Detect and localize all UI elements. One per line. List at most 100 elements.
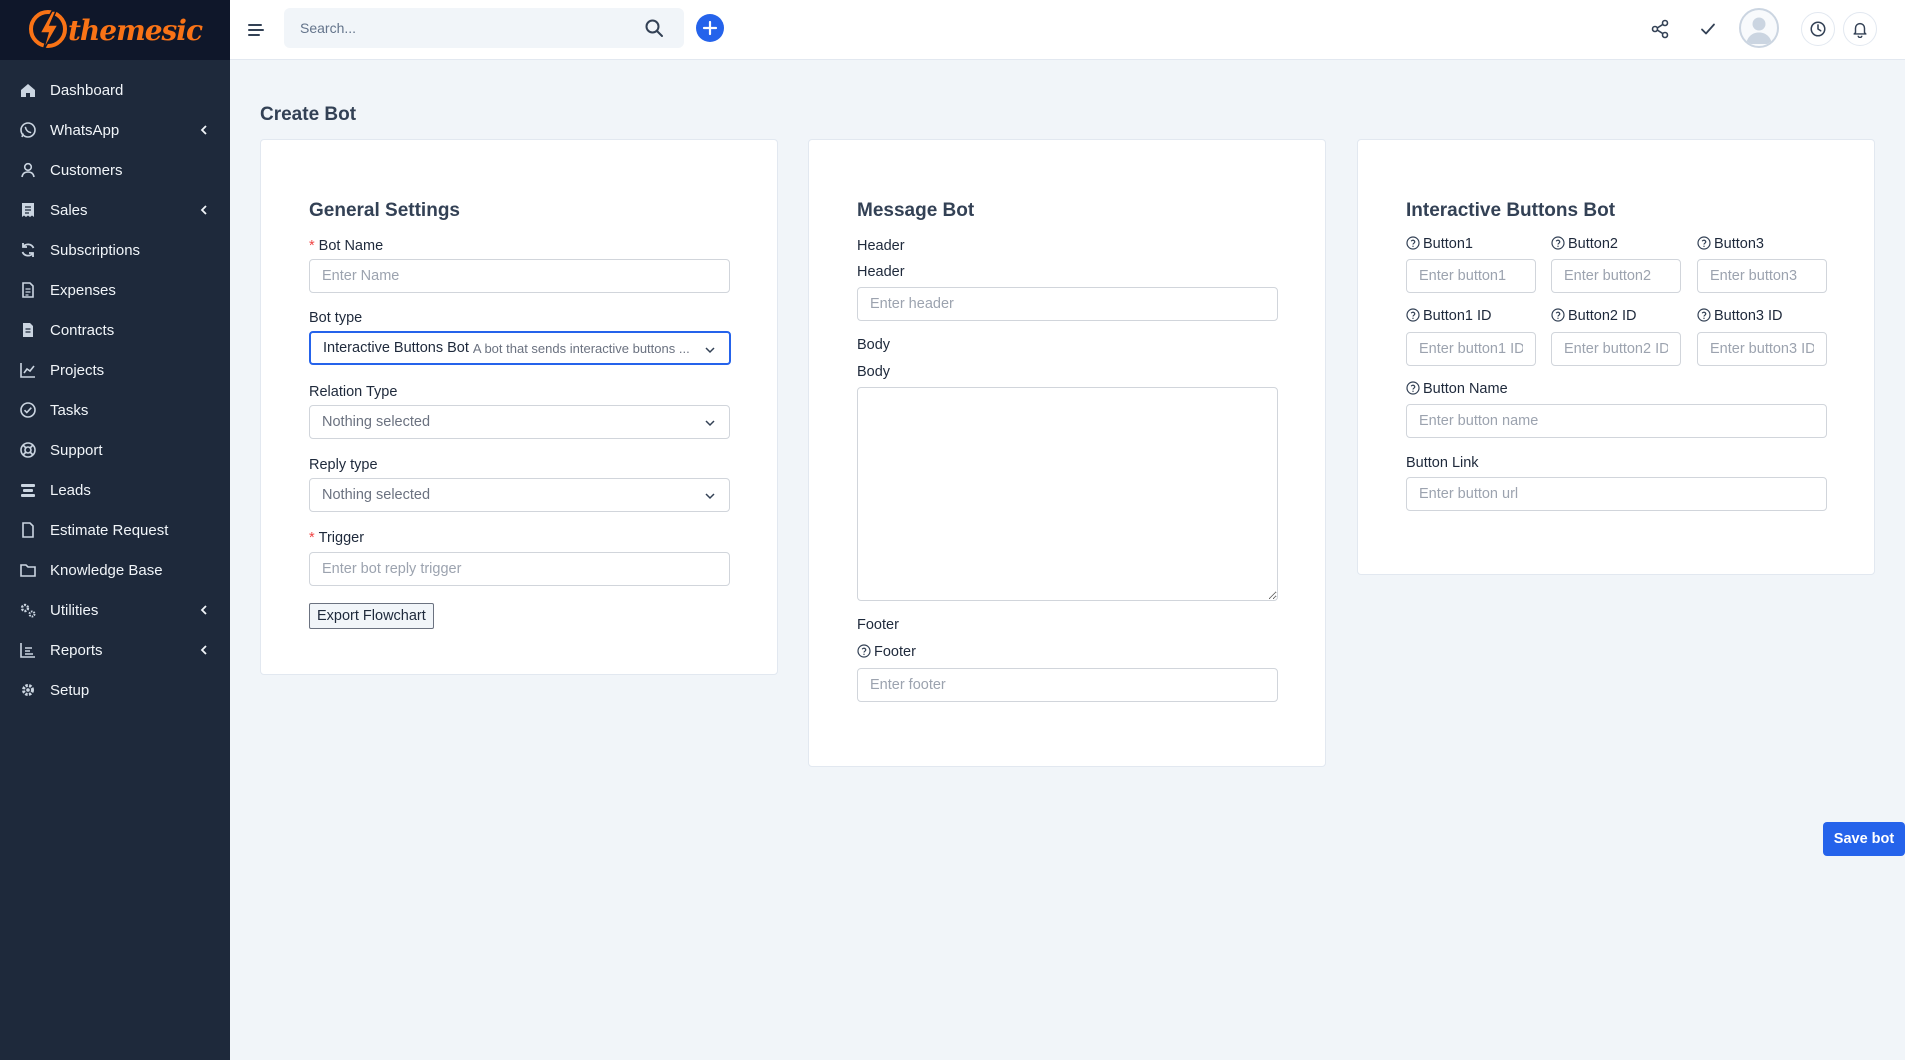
sidebar-item-label: Setup	[50, 681, 90, 699]
sidebar-item-customers[interactable]: Customers	[0, 150, 230, 190]
topbar	[230, 0, 1905, 60]
bot-name-input[interactable]	[309, 259, 730, 293]
sidebar: themesic Dashboard WhatsApp Customers Sales…	[0, 0, 230, 1060]
button-link-input[interactable]	[1406, 477, 1827, 511]
sidebar-item-dashboard[interactable]: Dashboard	[0, 70, 230, 110]
button1-label: Button1	[1406, 236, 1473, 252]
help-circle-icon[interactable]	[1551, 236, 1565, 250]
logo[interactable]: themesic	[0, 0, 230, 60]
button1-id-input[interactable]	[1406, 332, 1536, 366]
sidebar-item-reports[interactable]: Reports	[0, 630, 230, 670]
reply-type-label: Reply type	[309, 457, 378, 473]
check-icon[interactable]	[1697, 18, 1719, 40]
button3-id-label: Button3 ID	[1697, 308, 1783, 324]
help-circle-icon[interactable]	[1551, 308, 1565, 322]
sidebar-item-whatsapp[interactable]: WhatsApp	[0, 110, 230, 150]
general-settings-card: General Settings *Bot Name Bot type Inte…	[260, 139, 778, 675]
sidebar-item-subscriptions[interactable]: Subscriptions	[0, 230, 230, 270]
general-settings-heading: General Settings	[309, 200, 460, 221]
button2-id-input[interactable]	[1551, 332, 1681, 366]
button2-input[interactable]	[1551, 259, 1681, 293]
sidebar-item-estimate-request[interactable]: Estimate Request	[0, 510, 230, 550]
bot-name-label: * Bot Name	[309, 238, 384, 254]
sidebar-item-tasks[interactable]: Tasks	[0, 390, 230, 430]
refresh-icon	[18, 240, 38, 260]
header-section-label: Header	[857, 238, 905, 254]
button3-label: Button3	[1697, 236, 1764, 252]
help-circle-icon[interactable]	[1406, 308, 1420, 322]
help-circle-icon[interactable]	[857, 644, 871, 658]
help-circle-icon[interactable]	[1406, 381, 1420, 395]
button3-id-input[interactable]	[1697, 332, 1827, 366]
sidebar-item-label: Support	[50, 441, 103, 459]
sidebar-item-label: Reports	[50, 641, 103, 659]
button1-id-label: Button1 ID	[1406, 308, 1492, 324]
header-input[interactable]	[857, 287, 1278, 321]
logo-bolt-icon	[26, 7, 72, 53]
message-bot-card: Message Bot Header Header Body Body Foot…	[808, 139, 1326, 767]
chevron-down-icon	[703, 489, 717, 503]
quick-create-button[interactable]	[696, 14, 724, 42]
sidebar-item-label: Contracts	[50, 321, 115, 339]
sidebar-item-leads[interactable]: Leads	[0, 470, 230, 510]
sidebar-item-sales[interactable]: Sales	[0, 190, 230, 230]
sidebar-item-label: Subscriptions	[50, 241, 141, 259]
button-name-label: Button Name	[1406, 381, 1508, 397]
search-input[interactable]	[284, 8, 624, 48]
sidebar-item-label: Projects	[50, 361, 105, 379]
search-box	[284, 8, 684, 48]
clock-button[interactable]	[1801, 12, 1835, 46]
footer-input[interactable]	[857, 668, 1278, 702]
help-circle-icon[interactable]	[1697, 236, 1711, 250]
gear-icon	[18, 680, 38, 700]
sidebar-item-support[interactable]: Support	[0, 430, 230, 470]
sidebar-item-knowledge-base[interactable]: Knowledge Base	[0, 550, 230, 590]
home-icon	[18, 80, 38, 100]
button-name-input[interactable]	[1406, 404, 1827, 438]
sidebar-item-projects[interactable]: Projects	[0, 350, 230, 390]
search-icon[interactable]	[644, 18, 664, 38]
interactive-buttons-heading: Interactive Buttons Bot	[1406, 200, 1616, 221]
reply-type-select[interactable]: Nothing selected	[309, 478, 730, 512]
menu-toggle-icon[interactable]	[246, 20, 266, 40]
trigger-label: * Trigger	[309, 530, 365, 546]
save-bot-button[interactable]: Save bot	[1823, 822, 1905, 856]
lifebuoy-icon	[18, 440, 38, 460]
sidebar-item-contracts[interactable]: Contracts	[0, 310, 230, 350]
sidebar-item-label: Tasks	[50, 401, 89, 419]
export-flowchart-button[interactable]: Export Flowchart	[309, 603, 434, 629]
help-circle-icon[interactable]	[1697, 308, 1711, 322]
file-icon	[18, 520, 38, 540]
bot-type-select[interactable]: Interactive Buttons Bot A bot that sends…	[309, 331, 731, 365]
sidebar-item-label: Utilities	[50, 601, 99, 619]
body-textarea[interactable]	[857, 387, 1278, 601]
sidebar-item-expenses[interactable]: Expenses	[0, 270, 230, 310]
bot-type-label: Bot type	[309, 310, 363, 326]
sidebar-item-label: Estimate Request	[50, 521, 169, 539]
check-circle-icon	[18, 400, 38, 420]
notifications-button[interactable]	[1843, 12, 1877, 46]
help-circle-icon[interactable]	[1406, 236, 1420, 250]
sidebar-item-label: Leads	[50, 481, 91, 499]
relation-type-select[interactable]: Nothing selected	[309, 405, 730, 439]
bar-chart-icon	[18, 640, 38, 660]
logo-text: themesic	[68, 13, 203, 47]
relation-type-value: Nothing selected	[322, 414, 431, 430]
share-icon[interactable]	[1649, 18, 1671, 40]
trigger-input[interactable]	[309, 552, 730, 586]
header-label: Header	[857, 264, 905, 280]
bot-type-value: Interactive Buttons Bot	[323, 340, 469, 356]
sidebar-item-setup[interactable]: Setup	[0, 670, 230, 710]
document-icon	[18, 280, 38, 300]
chevron-left-icon	[198, 204, 210, 216]
button2-label: Button2	[1551, 236, 1618, 252]
chart-icon	[18, 360, 38, 380]
receipt-icon	[18, 200, 38, 220]
sidebar-item-label: Knowledge Base	[50, 561, 163, 579]
sidebar-item-label: Customers	[50, 161, 123, 179]
sidebar-item-utilities[interactable]: Utilities	[0, 590, 230, 630]
button3-input[interactable]	[1697, 259, 1827, 293]
footer-label: Footer	[857, 644, 916, 660]
avatar[interactable]	[1739, 8, 1779, 48]
button1-input[interactable]	[1406, 259, 1536, 293]
